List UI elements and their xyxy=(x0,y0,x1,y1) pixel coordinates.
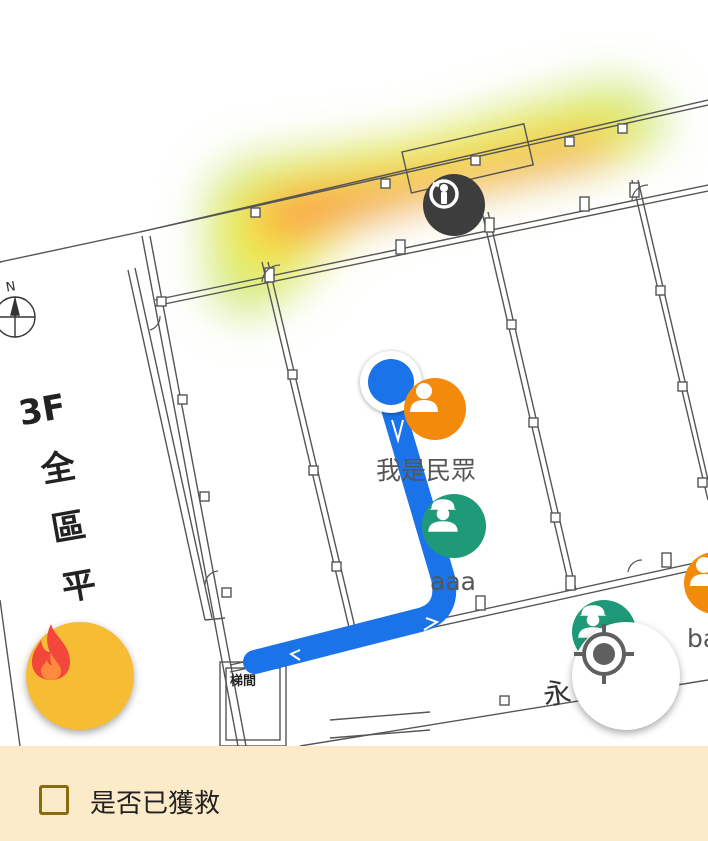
person-icon xyxy=(410,383,438,412)
floor-map[interactable]: 3F 全 區 平 面 N 梯間 永 我是民眾 aaa xyxy=(0,0,708,746)
stair-label: 梯間 xyxy=(230,674,257,689)
firefighter-icon xyxy=(428,499,458,532)
extinguisher-icon xyxy=(429,179,459,209)
person-icon xyxy=(690,557,708,586)
floor-title-line: 全 xyxy=(37,445,79,492)
person-marker-firefighter[interactable] xyxy=(422,494,486,558)
person-marker-civilian[interactable] xyxy=(404,378,466,440)
fire-icon xyxy=(32,624,70,680)
north-arrow xyxy=(0,296,36,338)
person-label: ba xyxy=(687,624,708,653)
area-label: 永 xyxy=(541,675,574,712)
fire-report-button[interactable] xyxy=(26,622,134,730)
rescued-checkbox[interactable] xyxy=(39,785,69,815)
person-label: aaa xyxy=(430,567,476,596)
crosshair-icon xyxy=(574,624,634,684)
person-label: 我是民眾 xyxy=(376,456,477,485)
floor-title-line: 平 xyxy=(58,564,100,610)
floor-title-line: 區 xyxy=(48,505,89,551)
floor-title-line: 3F xyxy=(15,386,69,435)
rescued-checkbox-label[interactable]: 是否已獲救 xyxy=(90,783,220,820)
locate-me-button[interactable] xyxy=(572,622,680,730)
extinguisher-marker[interactable] xyxy=(423,174,485,236)
